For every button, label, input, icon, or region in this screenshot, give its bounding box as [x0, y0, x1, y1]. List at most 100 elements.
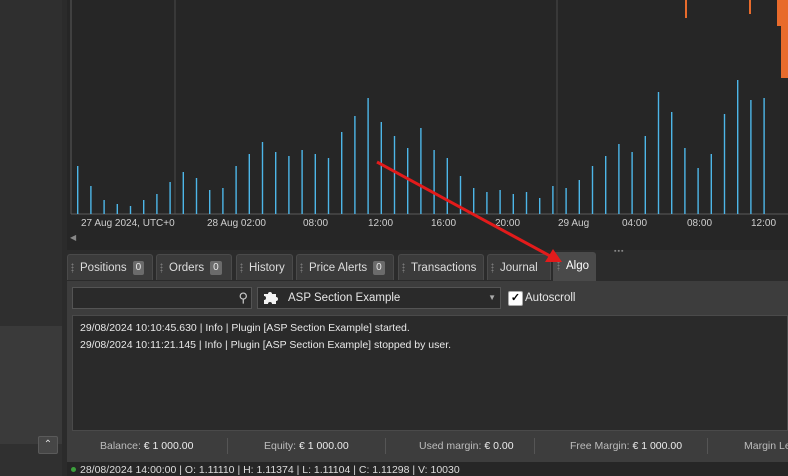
volume-bar: [697, 168, 699, 214]
volume-bars: [77, 80, 765, 214]
volume-bar: [169, 182, 171, 214]
volume-bar: [750, 100, 752, 214]
divider: [534, 438, 535, 454]
candles: [685, 0, 788, 78]
volume-bar: [631, 152, 633, 214]
price-chart[interactable]: 27 Aug 2024, UTC+0 28 Aug 02:00 08:00 12:00…: [67, 0, 788, 250]
chevron-up-icon: ⌃: [43, 439, 53, 450]
collapse-up-button[interactable]: ⌃: [38, 436, 58, 454]
volume-bar: [591, 166, 594, 214]
time-axis-label: 08:00: [303, 218, 328, 229]
tab-journal[interactable]: Journal: [487, 254, 551, 280]
autoscroll-checkbox[interactable]: ✓: [508, 291, 523, 306]
tab-label: Algo: [566, 260, 590, 272]
volume-bar: [235, 166, 237, 214]
volume-bar: [327, 158, 330, 214]
tab-label: Journal: [500, 262, 538, 274]
volume-bar: [565, 188, 567, 214]
log-output[interactable]: 29/08/2024 10:10:45.630 | Info | Plugin …: [72, 315, 788, 431]
left-panel-middle: [0, 326, 62, 444]
drag-grip-icon: [240, 263, 243, 273]
volume-bar: [367, 98, 369, 214]
time-axis-label: 12:00: [751, 218, 776, 229]
volume-bar: [618, 144, 620, 214]
volume-bar: [77, 166, 79, 214]
volume-bar: [486, 192, 488, 214]
time-axis: 27 Aug 2024, UTC+0 28 Aug 02:00 08:00 12:00…: [81, 218, 776, 229]
price-candle: [749, 0, 751, 14]
ohlc-footer: 28/08/2024 14:00:00 | O: 1.11110 | H: 1.…: [67, 462, 788, 476]
volume-bar: [380, 122, 382, 214]
volume-bar: [407, 148, 409, 214]
search-icon[interactable]: ⚲: [238, 290, 248, 306]
tab-orders[interactable]: Orders 0: [156, 254, 232, 280]
tab-history[interactable]: History: [236, 254, 293, 280]
tab-transactions[interactable]: Transactions: [398, 254, 484, 280]
drag-grip-icon: [160, 263, 163, 273]
used-margin-value: € 0.00: [484, 440, 514, 452]
search-input[interactable]: ⚲: [72, 287, 252, 309]
price-candle: [685, 0, 687, 18]
tab-label: History: [249, 262, 285, 274]
drag-grip-icon: [300, 263, 303, 273]
volume-bar: [644, 136, 646, 214]
chart-scroll-left-icon[interactable]: ◀: [70, 233, 76, 242]
time-axis-label: 04:00: [622, 218, 647, 229]
volume-bar: [341, 132, 343, 214]
tab-price-alerts[interactable]: Price Alerts 0: [296, 254, 394, 280]
volume-bar: [156, 194, 158, 214]
autoscroll-label: Autoscroll: [525, 292, 576, 304]
connection-status-icon: [71, 467, 76, 472]
volume-bar: [446, 158, 448, 214]
plugin-select-value: ASP Section Example: [288, 292, 401, 304]
volume-bar: [261, 142, 264, 214]
margin-level-stat: Margin Le: [744, 440, 788, 452]
tab-positions[interactable]: Positions 0: [67, 254, 153, 280]
volume-bar: [288, 156, 290, 214]
time-axis-label: 28 Aug 02:00: [207, 218, 266, 229]
volume-bar: [182, 172, 184, 214]
volume-bar: [393, 136, 396, 214]
time-axis-label: 27 Aug 2024, UTC+0: [81, 218, 175, 229]
bottom-tabs: Positions 0 Orders 0 History Price Alerts 0…: [67, 252, 788, 282]
volume-bar: [248, 154, 250, 214]
chevron-down-icon: ▼: [488, 293, 496, 302]
time-axis-label: 12:00: [368, 218, 393, 229]
divider: [227, 438, 228, 454]
tab-label: Positions: [80, 262, 127, 274]
log-line: 29/08/2024 10:10:45.630 | Info | Plugin …: [80, 322, 410, 334]
balance-value: € 1 000.00: [143, 440, 194, 452]
volume-bar: [103, 200, 105, 214]
tab-label: Transactions: [411, 262, 477, 274]
volume-bar: [275, 152, 277, 214]
volume-bar: [129, 206, 132, 214]
volume-chart-svg: 27 Aug 2024, UTC+0 28 Aug 02:00 08:00 12:00…: [70, 0, 788, 229]
count-badge: 0: [132, 260, 145, 275]
volume-bar: [222, 188, 224, 214]
free-margin-value: € 1 000.00: [632, 440, 683, 452]
volume-bar: [301, 150, 303, 214]
volume-bar: [354, 116, 356, 214]
price-candle: [781, 0, 788, 78]
balance-label: Balance:: [100, 440, 141, 452]
volume-bar: [459, 176, 462, 214]
volume-bar: [710, 154, 712, 214]
time-axis-label: 29 Aug: [558, 218, 589, 229]
left-panel-top: [0, 0, 62, 326]
tab-algo[interactable]: Algo: [553, 252, 596, 281]
volume-bar: [684, 148, 686, 214]
volume-bar: [671, 112, 673, 214]
time-axis-label: 08:00: [687, 218, 712, 229]
balance-stat: Balance: € 1 000.00: [100, 440, 193, 452]
drag-grip-icon: [71, 263, 74, 273]
volume-bar: [195, 178, 198, 214]
volume-bar: [552, 186, 554, 214]
volume-bar: [737, 80, 739, 214]
volume-bar: [539, 198, 541, 214]
tab-label: Price Alerts: [309, 262, 368, 274]
free-margin-stat: Free Margin: € 1 000.00: [570, 440, 682, 452]
volume-bar: [143, 200, 145, 214]
ohlc-readout: 28/08/2024 14:00:00 | O: 1.11110 | H: 1.…: [80, 464, 460, 476]
plugin-select[interactable]: ASP Section Example ▼: [257, 287, 501, 309]
tab-label: Orders: [169, 262, 205, 274]
